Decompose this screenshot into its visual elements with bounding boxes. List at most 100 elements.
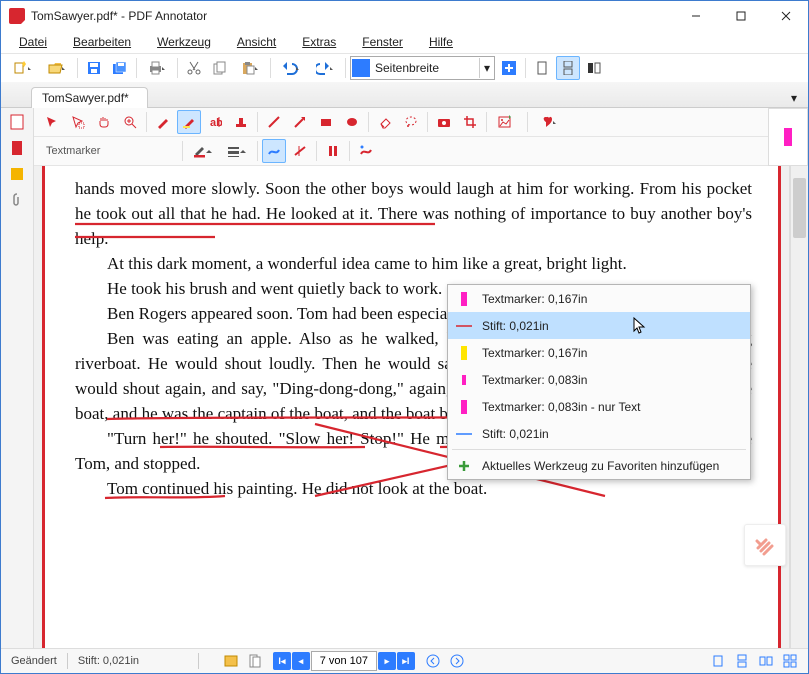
- ellipse-tool[interactable]: [340, 110, 364, 134]
- plus-icon: [454, 459, 474, 473]
- first-page-button[interactable]: I◂: [273, 652, 291, 670]
- rect-tool[interactable]: [314, 110, 338, 134]
- favorites-item-label: Textmarker: 0,083in: [482, 373, 587, 387]
- width-picker[interactable]: [221, 139, 253, 163]
- redo-button[interactable]: [309, 56, 341, 80]
- favorites-item[interactable]: Textmarker: 0,167in: [448, 339, 750, 366]
- open-button[interactable]: [41, 56, 73, 80]
- app-icon: [9, 8, 25, 24]
- chevron-down-icon[interactable]: ▾: [479, 58, 494, 78]
- text-tool[interactable]: ab: [203, 110, 227, 134]
- body-text: At this dark moment, a wonderful idea ca…: [75, 251, 752, 276]
- zoom-add-button[interactable]: [497, 56, 521, 80]
- eraser-tool[interactable]: [373, 110, 397, 134]
- zoom-combo[interactable]: Seitenbreite ▾: [350, 56, 495, 80]
- snapshot-tool[interactable]: [432, 110, 456, 134]
- favorites-item[interactable]: Textmarker: 0,083in - nur Text: [448, 393, 750, 420]
- snap-mode[interactable]: [321, 139, 345, 163]
- sidebar-attachments-icon[interactable]: [9, 192, 25, 208]
- menu-window[interactable]: Fenster: [350, 33, 415, 51]
- favorites-item-label: Textmarker: 0,083in - nur Text: [482, 400, 641, 414]
- favorites-add[interactable]: Aktuelles Werkzeug zu Favoriten hinzufüg…: [448, 452, 750, 479]
- sidebar-bookmarks-icon[interactable]: [9, 140, 25, 156]
- vertical-scrollbar[interactable]: [790, 166, 808, 648]
- undo-button[interactable]: [275, 56, 307, 80]
- pen-tool[interactable]: [151, 110, 175, 134]
- pan-tool[interactable]: [92, 110, 116, 134]
- status-tool: Stift: 0,021in: [68, 655, 198, 667]
- print-button[interactable]: [141, 56, 173, 80]
- document-tab[interactable]: TomSawyer.pdf*: [31, 87, 148, 108]
- menu-view[interactable]: Ansicht: [225, 33, 288, 51]
- layout-single-button[interactable]: [530, 56, 554, 80]
- pressure-mode[interactable]: [354, 139, 378, 163]
- copy-button[interactable]: [208, 56, 232, 80]
- stamp-tool[interactable]: [229, 110, 253, 134]
- zoom-tool[interactable]: [118, 110, 142, 134]
- fit-width-icon: [352, 59, 370, 77]
- menu-extras[interactable]: Extras: [290, 33, 348, 51]
- last-page-button[interactable]: ▸I: [397, 652, 415, 670]
- layout-two-button[interactable]: [582, 56, 606, 80]
- new-button[interactable]: [7, 56, 39, 80]
- favorites-item-label: Textmarker: 0,167in: [482, 346, 587, 360]
- view-two-button[interactable]: [754, 649, 778, 673]
- nav-back-button[interactable]: [421, 649, 445, 673]
- next-page-button[interactable]: ▸: [378, 652, 396, 670]
- view-continuous-button[interactable]: [730, 649, 754, 673]
- highlighter-icon: [454, 292, 474, 306]
- quick-hand-button[interactable]: [744, 524, 786, 566]
- status-pages-button[interactable]: [243, 649, 267, 673]
- favorites-item[interactable]: Stift: 0,021in: [448, 420, 750, 447]
- zoom-value: Seitenbreite: [371, 61, 479, 75]
- select-tool[interactable]: [66, 110, 90, 134]
- freehand-mode[interactable]: [262, 139, 286, 163]
- menu-file[interactable]: Datei: [7, 33, 59, 51]
- favorites-swatch-panel[interactable]: [768, 108, 808, 166]
- page-navigator: I◂ ◂ ▸ ▸I: [273, 651, 415, 671]
- favorites-tool[interactable]: [532, 110, 564, 134]
- main-toolbar: Seitenbreite ▾: [1, 53, 808, 82]
- color-picker[interactable]: [187, 139, 219, 163]
- status-thumbs-button[interactable]: [219, 649, 243, 673]
- layout-continuous-button[interactable]: [556, 56, 580, 80]
- arrow-tool[interactable]: [288, 110, 312, 134]
- save-all-button[interactable]: [108, 56, 132, 80]
- tabstrip-menu-button[interactable]: ▾: [782, 86, 806, 110]
- tab-label: TomSawyer.pdf*: [42, 91, 129, 105]
- pen-icon: [454, 324, 474, 328]
- favorites-item[interactable]: Stift: 0,021in: [448, 312, 750, 339]
- titlebar: TomSawyer.pdf* - PDF Annotator: [1, 1, 808, 31]
- view-single-button[interactable]: [706, 649, 730, 673]
- insert-image-tool[interactable]: [491, 110, 523, 134]
- nav-forward-button[interactable]: [445, 649, 469, 673]
- menu-help[interactable]: Hilfe: [417, 33, 465, 51]
- maximize-button[interactable]: [718, 1, 763, 31]
- crop-tool[interactable]: [458, 110, 482, 134]
- menu-tool[interactable]: Werkzeug: [145, 33, 223, 51]
- straight-mode[interactable]: [288, 139, 312, 163]
- tabstrip: TomSawyer.pdf* ▾: [1, 82, 808, 108]
- paste-button[interactable]: [234, 56, 266, 80]
- menu-edit[interactable]: Bearbeiten: [61, 33, 143, 51]
- page-input[interactable]: [311, 651, 377, 671]
- close-button[interactable]: [763, 1, 808, 31]
- pointer-tool[interactable]: [40, 110, 64, 134]
- lasso-erase-tool[interactable]: [399, 110, 423, 134]
- cut-button[interactable]: [182, 56, 206, 80]
- highlighter-icon: [454, 375, 474, 385]
- favorites-item[interactable]: Textmarker: 0,167in: [448, 285, 750, 312]
- sidebar-pages-icon[interactable]: [9, 114, 25, 130]
- favorites-item-label: Textmarker: 0,167in: [482, 292, 587, 306]
- svg-text:ab: ab: [210, 117, 222, 129]
- view-two-continuous-button[interactable]: [778, 649, 802, 673]
- save-button[interactable]: [82, 56, 106, 80]
- prev-page-button[interactable]: ◂: [292, 652, 310, 670]
- highlighter-tool[interactable]: [177, 110, 201, 134]
- favorites-item[interactable]: Textmarker: 0,083in: [448, 366, 750, 393]
- scrollbar-thumb[interactable]: [793, 178, 806, 238]
- sidebar-notes-icon[interactable]: [9, 166, 25, 182]
- minimize-button[interactable]: [673, 1, 718, 31]
- line-tool[interactable]: [262, 110, 286, 134]
- favorite-color-swatch[interactable]: [784, 128, 792, 146]
